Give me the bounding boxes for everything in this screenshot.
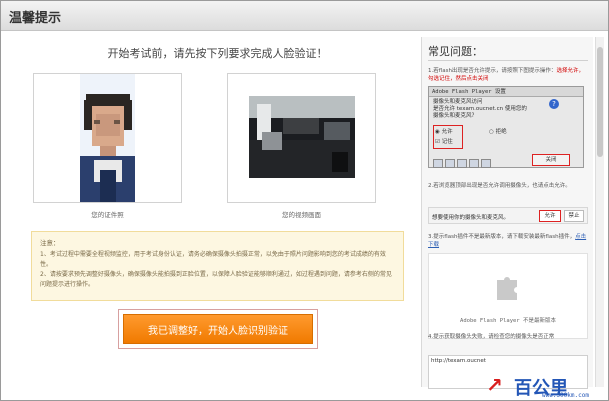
dialog-title: 温馨提示 (9, 11, 62, 26)
puzzle-icon (497, 277, 517, 300)
flash-close-button: 关闭 (532, 154, 570, 166)
id-photo (34, 74, 181, 202)
watermark-url: www.500km.com (542, 392, 589, 399)
start-face-verification-button[interactable]: 我已调整好，开始人脸识别验证 (123, 314, 313, 344)
microphone-icon (469, 159, 479, 168)
faq-scrollbar[interactable] (595, 37, 604, 387)
allow-label: 允许 (441, 129, 453, 135)
permission-allow-button: 允许 (539, 210, 561, 222)
faq-title: 常见问题： (428, 45, 483, 58)
notice-box: 注意： 1、考试过程中需要全程视频监控，用于考试身份认证，请务必确保摄像头拍摄正… (31, 231, 404, 301)
flash-dialog-title: Adobe Flash Player 设置 (429, 87, 583, 97)
remember-option: ☑ 记住 (435, 139, 453, 145)
start-button-highlight: 我已调整好，开始人脸识别验证 (118, 309, 318, 349)
camera-preview (228, 74, 375, 202)
faq-item-1-text: 1.若flash出现是否允许提示，请按照下图提示操作： (428, 68, 557, 74)
faq-panel: 常见问题： 1.若flash出现是否允许提示，请按照下图提示操作：选择允许，勾选… (421, 37, 593, 389)
camera-permission-illustration: 想要使用你的摄像头和麦克风。 允许 禁止 (428, 207, 588, 224)
dialog: 温馨提示 开始考试前，请先按下列要求完成人脸验证！ 您的证件照 您的视频画面 注… (0, 0, 609, 401)
deny-label: 拒绝 (495, 129, 507, 135)
faq-item-1: 1.若flash出现是否允许提示，请按照下图提示操作：选择允许，勾选记住，然后点… (428, 67, 588, 83)
flash-settings-illustration: Adobe Flash Player 设置 摄像头和麦克风访问 是否允许 tex… (428, 86, 584, 168)
browser-url: http://texam.oucnet (431, 358, 486, 364)
scrollbar-thumb[interactable] (597, 47, 603, 157)
flash-tab-icons (433, 153, 517, 168)
notice-item: 1、考试过程中需要全程视频监控，用于考试身份认证，请务必确保摄像头拍摄正常，以免… (40, 251, 386, 268)
camera-permission-message: 想要使用你的摄像头和麦克风。 (432, 215, 510, 221)
id-photo-caption: 您的证件照 (91, 211, 124, 219)
faq-item-2: 2.若浏览器顶部出现是否允许调用摄像头，也请点击允许。 (428, 183, 571, 189)
allow-option: ◉ 允许 (435, 129, 453, 135)
storage-icon (457, 159, 467, 168)
flash-missing-text: Adobe Flash Player 不是最新版本 (460, 318, 556, 324)
permission-block-button: 禁止 (564, 210, 584, 222)
faq-item-3-text: 3.提示flash插件不是最新版本，请下载安装最新flash插件， (428, 234, 576, 240)
privacy-icon (445, 159, 455, 168)
face-verification-panel: 开始考试前，请先按下列要求完成人脸验证！ 您的证件照 您的视频画面 注意： 1、… (15, 39, 420, 389)
camera-icon (481, 159, 491, 168)
camera-caption: 您的视频画面 (282, 211, 321, 219)
faq-item-4: 4.提示获取摄像头失败，请检查您的摄像头是否正常 (428, 334, 555, 340)
watermark-logo-icon: ↗ (486, 373, 503, 397)
flash-plugin-missing-illustration: Adobe Flash Player 不是最新版本 (428, 253, 588, 339)
instruction-text: 开始考试前，请先按下列要求完成人脸验证！ (107, 47, 328, 60)
flash-dialog-line: 摄像头和麦克风？ (433, 113, 478, 119)
help-icon: ? (549, 99, 559, 109)
flash-dialog-line: 摄像头和麦克风访问 (433, 99, 483, 105)
notice-heading: 注意： (40, 239, 60, 247)
dialog-titlebar: 温馨提示 (1, 1, 608, 31)
flash-dialog-text: 摄像头和麦克风访问 是否允许 texam.oucnet.cn 使用您的 摄像头和… (433, 99, 543, 120)
notice-item: 2、请按要求预先调整好摄像头，确保摄像头能拍摄到正脸位置，以保障人脸验证能够顺利… (40, 271, 392, 288)
camera-frame (227, 73, 376, 203)
remember-label: 记住 (441, 139, 453, 145)
id-photo-frame (33, 73, 182, 203)
site-watermark: ↗ 百公里 www.500km.com (486, 373, 606, 399)
faq-item-3: 3.提示flash插件不是最新版本，请下载安装最新flash插件，点击下载 (428, 233, 588, 249)
deny-option: ○ 拒绝 (489, 129, 507, 135)
flash-dialog-line: 是否允许 texam.oucnet.cn 使用您的 (433, 106, 527, 112)
display-icon (433, 159, 443, 168)
faq-divider (428, 60, 588, 61)
